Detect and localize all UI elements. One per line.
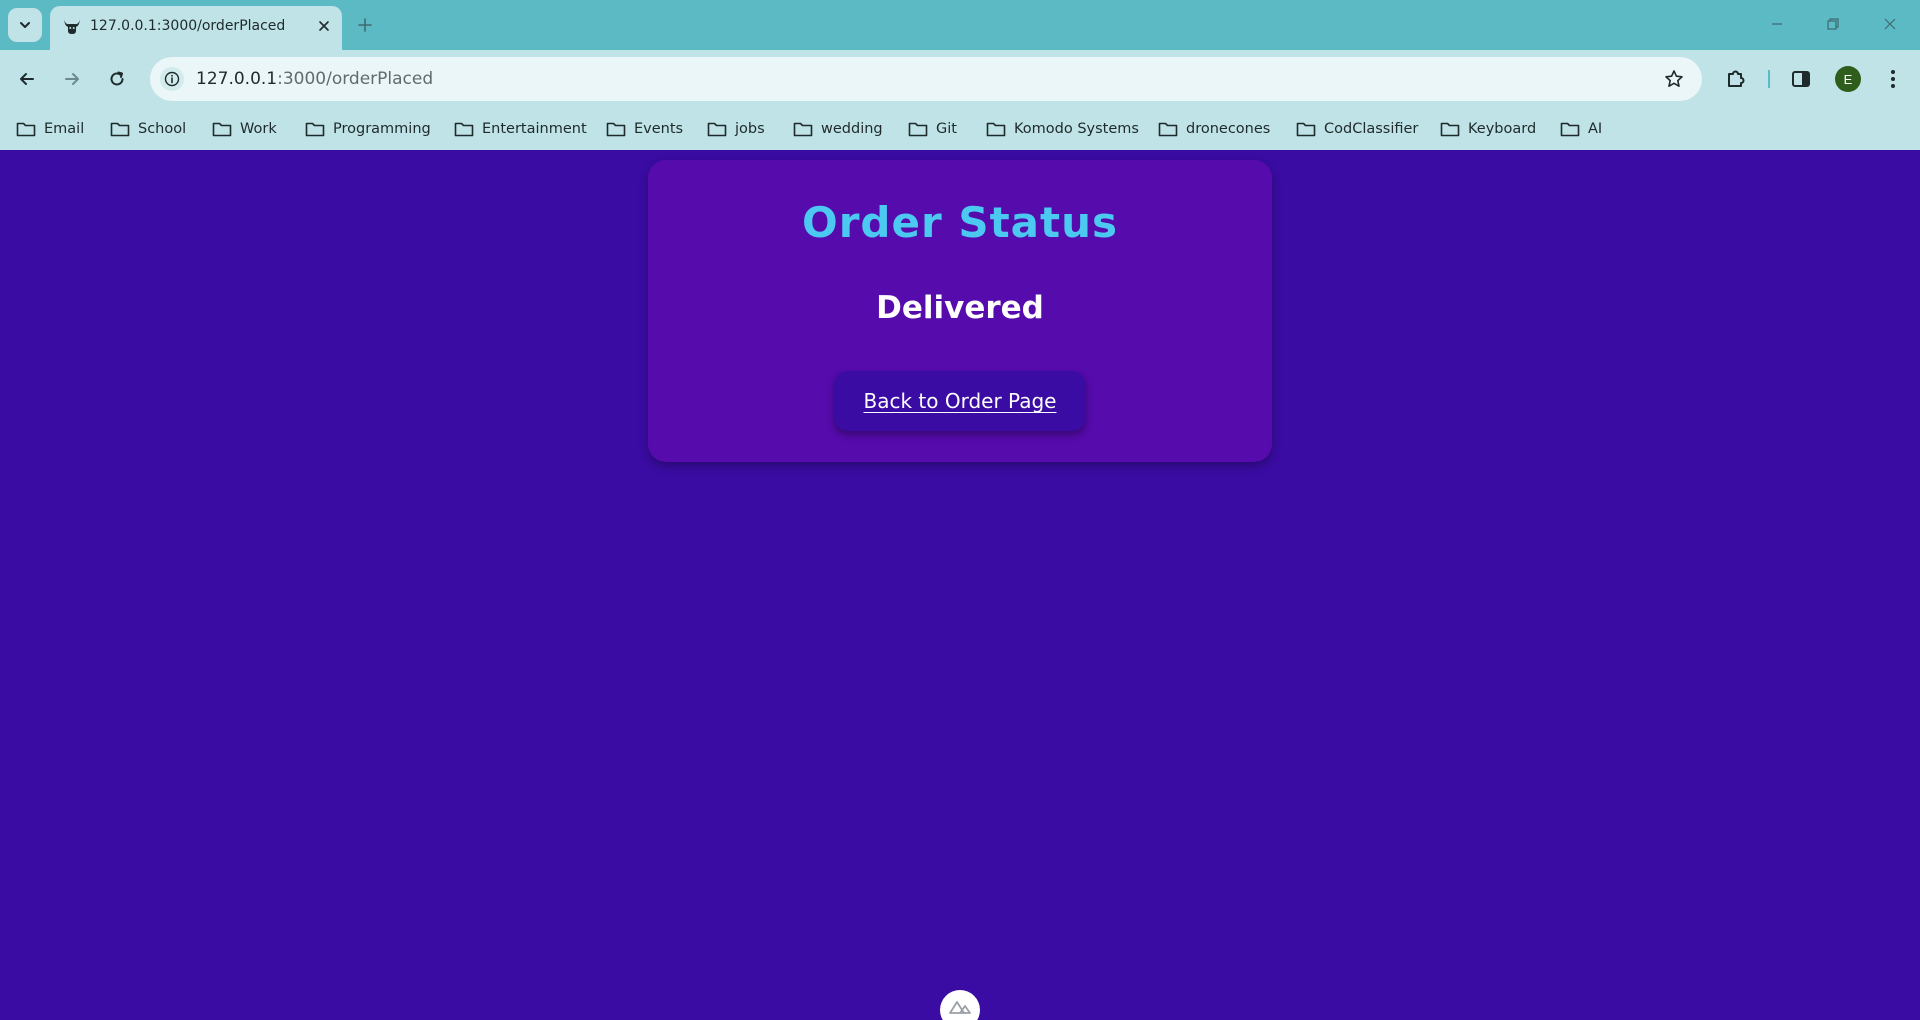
- restore-icon: [1827, 18, 1839, 30]
- ox-head-icon: [64, 20, 80, 34]
- tab-strip: 127.0.0.1:3000/orderPlaced: [0, 0, 1920, 50]
- active-tab[interactable]: 127.0.0.1:3000/orderPlaced: [50, 6, 342, 50]
- folder-icon: [1296, 122, 1316, 137]
- folder-icon: [110, 122, 130, 137]
- close-icon: [319, 21, 329, 31]
- bookmarks-bar: Email School Work Programming Entertainm…: [0, 108, 1920, 150]
- bookmark-label: Komodo Systems: [1014, 121, 1139, 137]
- url-text[interactable]: 127.0.0.1:3000/orderPlaced: [196, 69, 433, 89]
- folder-icon: [986, 122, 1006, 137]
- tab-title: 127.0.0.1:3000/orderPlaced: [90, 18, 286, 34]
- bookmark-folder-git[interactable]: Git: [908, 115, 957, 143]
- url-host: 127.0.0.1: [196, 69, 278, 89]
- bookmark-label: Git: [936, 121, 957, 137]
- reload-icon: [110, 71, 124, 86]
- bookmark-label: AI: [1588, 121, 1603, 137]
- tab-search-button[interactable]: [8, 8, 42, 42]
- back-button-label: Back to Order Page: [863, 389, 1057, 413]
- bookmark-label: Programming: [333, 121, 431, 137]
- bookmark-label: Entertainment: [482, 121, 587, 137]
- bookmark-label: Work: [240, 121, 277, 137]
- bookmark-folder-keyboard[interactable]: Keyboard: [1440, 115, 1536, 143]
- bookmark-star-button[interactable]: [1662, 67, 1686, 91]
- tab-close-button[interactable]: [312, 14, 336, 38]
- minimize-icon: [1772, 23, 1782, 25]
- profile-avatar[interactable]: E: [1835, 66, 1861, 92]
- bookmark-label: dronecones: [1186, 121, 1271, 137]
- folder-icon: [908, 122, 928, 137]
- folder-icon: [212, 122, 232, 137]
- bookmark-folder-email[interactable]: Email: [16, 115, 84, 143]
- order-status-card: Order Status Delivered Back to Order Pag…: [648, 160, 1272, 462]
- bookmark-folder-codclassifier[interactable]: CodClassifier: [1296, 115, 1418, 143]
- page-title: Order Status: [802, 198, 1118, 247]
- reload-button[interactable]: [100, 62, 134, 96]
- info-icon: [164, 71, 180, 87]
- kebab-menu-icon: [1891, 70, 1895, 88]
- bookmark-label: wedding: [821, 121, 883, 137]
- new-tab-button[interactable]: [352, 12, 378, 38]
- bookmark-folder-wedding[interactable]: wedding: [793, 115, 883, 143]
- folder-icon: [606, 122, 626, 137]
- star-icon: [1665, 70, 1683, 87]
- toolbar-divider: [1768, 70, 1770, 88]
- page-viewport: Order Status Delivered Back to Order Pag…: [0, 150, 1920, 1020]
- folder-icon: [1560, 122, 1580, 137]
- bookmark-folder-entertainment[interactable]: Entertainment: [454, 115, 587, 143]
- back-to-order-page-button[interactable]: Back to Order Page: [834, 371, 1086, 431]
- bookmark-label: CodClassifier: [1324, 121, 1419, 137]
- bookmark-label: Events: [634, 121, 684, 137]
- folder-icon: [16, 122, 36, 137]
- bookmark-folder-ai[interactable]: AI: [1560, 115, 1602, 143]
- bookmark-label: jobs: [735, 121, 765, 137]
- nuxt-devtools-button[interactable]: [940, 990, 980, 1020]
- folder-icon: [454, 122, 474, 137]
- folder-icon: [707, 122, 727, 137]
- arrow-right-icon: [65, 73, 79, 85]
- extensions-button[interactable]: [1721, 64, 1751, 94]
- bookmark-folder-komodo-systems[interactable]: Komodo Systems: [986, 115, 1139, 143]
- bookmark-folder-jobs[interactable]: jobs: [707, 115, 765, 143]
- bookmark-label: Email: [44, 121, 85, 137]
- bookmark-folder-school[interactable]: School: [110, 115, 186, 143]
- bookmark-folder-programming[interactable]: Programming: [305, 115, 431, 143]
- browser-toolbar: 127.0.0.1:3000/orderPlaced E: [0, 50, 1920, 108]
- folder-icon: [1440, 122, 1460, 137]
- bookmark-folder-events[interactable]: Events: [606, 115, 683, 143]
- folder-icon: [793, 122, 813, 137]
- site-info-button[interactable]: [160, 67, 184, 91]
- close-icon: [1884, 18, 1896, 30]
- puzzle-icon: [1728, 70, 1745, 87]
- bookmark-label: Keyboard: [1468, 121, 1537, 137]
- side-panel-button[interactable]: [1786, 64, 1816, 94]
- close-window-button[interactable]: [1874, 10, 1906, 38]
- back-button[interactable]: [10, 62, 44, 96]
- bookmark-folder-work[interactable]: Work: [212, 115, 277, 143]
- forward-button[interactable]: [55, 62, 89, 96]
- folder-icon: [1158, 122, 1178, 137]
- plus-icon: [358, 18, 372, 32]
- url-path: :3000/orderPlaced: [277, 69, 434, 89]
- folder-icon: [305, 122, 325, 137]
- minimize-button[interactable]: [1761, 10, 1793, 38]
- address-bar[interactable]: 127.0.0.1:3000/orderPlaced: [150, 57, 1702, 101]
- browser-menu-button[interactable]: [1878, 64, 1908, 94]
- nuxt-logo-icon: [949, 1001, 971, 1014]
- chevron-down-icon: [20, 22, 30, 28]
- bookmark-label: School: [138, 121, 187, 137]
- bookmark-folder-dronecones[interactable]: dronecones: [1158, 115, 1270, 143]
- order-status-value: Delivered: [876, 290, 1044, 326]
- side-panel-icon: [1792, 71, 1810, 87]
- arrow-left-icon: [20, 73, 34, 85]
- restore-button[interactable]: [1817, 10, 1849, 38]
